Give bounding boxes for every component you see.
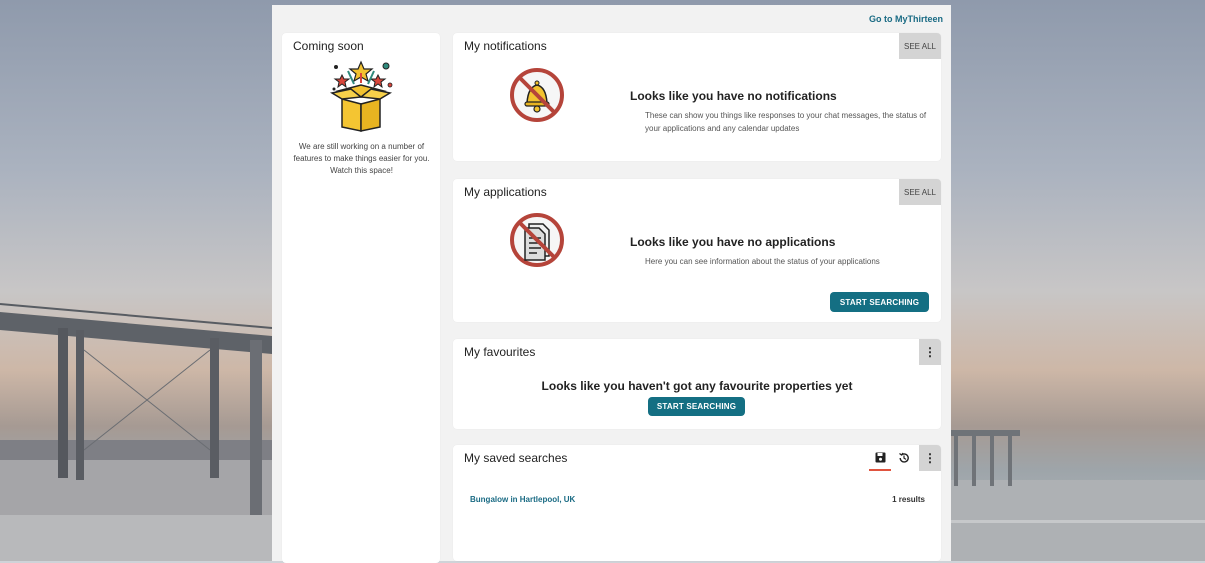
history-icon <box>899 452 909 463</box>
applications-title: My applications <box>464 185 547 199</box>
notifications-see-all-button[interactable]: SEE ALL <box>899 33 941 59</box>
favourites-empty-heading: Looks like you haven't got any favourite… <box>541 379 853 393</box>
favourites-card: My favourites ⋮ Looks like you haven't g… <box>453 339 941 429</box>
coming-soon-card: Coming soon We are still working on a nu… <box>282 33 440 563</box>
applications-start-searching-button[interactable]: START SEARCHING <box>830 292 929 312</box>
saved-search-link[interactable]: Bungalow in Hartlepool, UK <box>470 495 575 504</box>
saved-tab-icon[interactable] <box>869 445 891 471</box>
applications-empty-heading: Looks like you have no applications <box>630 235 836 249</box>
saved-search-result-count: 1 results <box>892 495 925 504</box>
saved-searches-more-menu-icon[interactable]: ⋮ <box>919 445 941 471</box>
applications-see-all-button[interactable]: SEE ALL <box>899 179 941 205</box>
notifications-empty-text: These can show you things like responses… <box>645 111 927 133</box>
notifications-title: My notifications <box>464 39 547 53</box>
notifications-card: My notifications SEE ALL Looks like you … <box>453 33 941 161</box>
notifications-empty-heading: Looks like you have no notifications <box>630 89 837 103</box>
saved-searches-title: My saved searches <box>464 451 568 465</box>
gift-box-icon <box>329 60 393 132</box>
applications-card: My applications SEE ALL Looks like you h… <box>453 179 941 322</box>
favourites-start-searching-button[interactable]: START SEARCHING <box>648 397 745 416</box>
applications-empty-text: Here you can see information about the s… <box>645 257 880 266</box>
go-to-mythirteen-link[interactable]: Go to MyThirteen <box>869 14 943 24</box>
favourites-more-menu-icon[interactable]: ⋮ <box>919 339 941 365</box>
floppy-disk-icon <box>875 452 885 462</box>
saved-searches-card: My saved searches ⋮ Bungalow in Hartlepo… <box>453 445 941 561</box>
pier-left-image <box>0 303 272 561</box>
coming-soon-text: We are still working on a number of feat… <box>293 142 430 175</box>
no-document-icon <box>510 213 564 267</box>
no-bell-icon <box>510 68 564 122</box>
pier-right-image <box>950 430 1205 561</box>
coming-soon-title: Coming soon <box>293 39 364 53</box>
favourites-title: My favourites <box>464 345 536 359</box>
history-tab-icon[interactable] <box>893 445 915 471</box>
dashboard-panel: Go to MyThirteen Coming soon We are stil… <box>272 5 951 563</box>
